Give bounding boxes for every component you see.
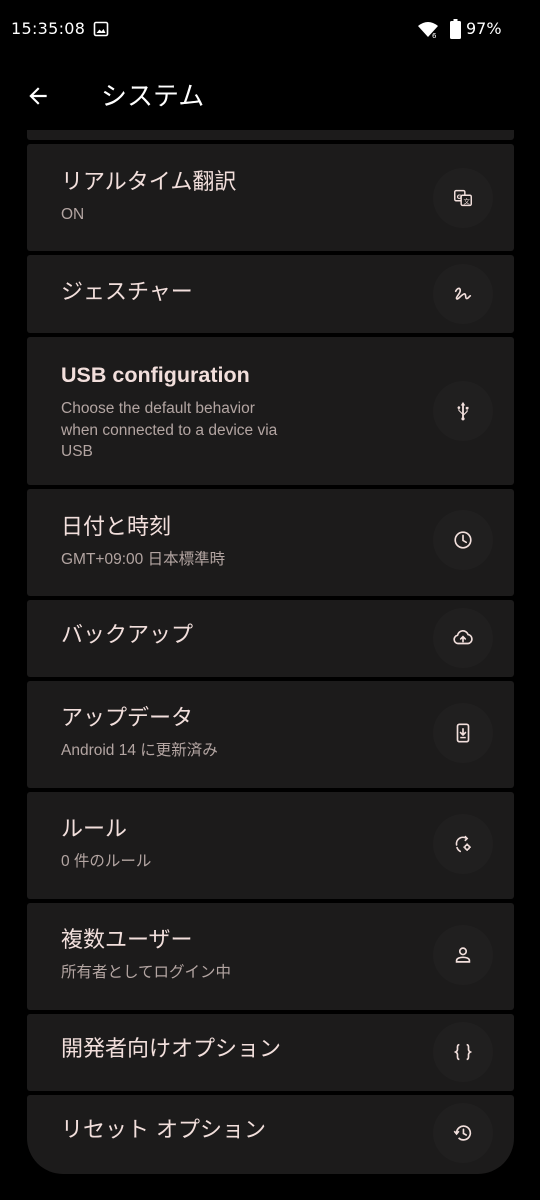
setting-item-usb-configuration[interactable]: USB configuration Choose the default beh…: [27, 337, 514, 485]
status-time: 15:35:08: [11, 19, 86, 38]
gesture-icon: [433, 264, 493, 324]
setting-item-date-time[interactable]: 日付と時刻 GMT+09:00 日本標準時: [27, 489, 514, 596]
status-bar: 15:35:08 6 97%: [0, 0, 540, 60]
history-icon: [433, 1103, 493, 1163]
battery-percent: 97%: [466, 19, 502, 38]
system-update-icon: [433, 703, 493, 763]
settings-list: リアルタイム翻訳 ON G文 ジェスチャー USB configuration …: [27, 130, 514, 1174]
setting-item-backup[interactable]: バックアップ: [27, 600, 514, 677]
setting-title: バックアップ: [61, 623, 194, 648]
setting-title: 複数ユーザー: [61, 928, 193, 953]
translate-icon: G文: [433, 168, 493, 228]
setting-title: 開発者向けオプション: [61, 1037, 282, 1062]
svg-text:文: 文: [463, 197, 470, 206]
setting-item-gestures[interactable]: ジェスチャー: [27, 255, 514, 333]
setting-item-rules[interactable]: ルール 0 件のルール: [27, 792, 514, 899]
clock-icon: [433, 510, 493, 570]
previous-card-edge: [27, 130, 514, 140]
setting-title: 日付と時刻: [61, 515, 172, 540]
setting-subtitle: 所有者としてログイン中: [61, 964, 232, 981]
arrow-back-icon: [29, 87, 47, 105]
setting-item-updater[interactable]: アップデータ Android 14 に更新済み: [27, 681, 514, 788]
setting-title: USB configuration: [61, 363, 250, 387]
back-button[interactable]: [18, 76, 58, 116]
setting-subtitle: Android 14 に更新済み: [61, 742, 218, 759]
setting-item-multiple-users[interactable]: 複数ユーザー 所有者としてログイン中: [27, 903, 514, 1010]
top-app-bar: システム: [0, 60, 540, 132]
usb-icon: [433, 381, 493, 441]
setting-item-developer-options[interactable]: 開発者向けオプション: [27, 1014, 514, 1091]
setting-title: ルール: [61, 817, 128, 842]
page-title: システム: [101, 82, 205, 112]
setting-item-reset-options[interactable]: リセット オプション: [27, 1095, 514, 1174]
setting-title: リアルタイム翻訳: [61, 170, 237, 195]
person-icon: [433, 925, 493, 985]
setting-title: アップデータ: [61, 706, 194, 731]
setting-subtitle: ON: [61, 206, 85, 223]
setting-subtitle: GMT+09:00 日本標準時: [61, 551, 226, 568]
svg-text:G: G: [457, 193, 462, 201]
setting-item-realtime-translation[interactable]: リアルタイム翻訳 ON G文: [27, 144, 514, 251]
battery-icon: [450, 19, 461, 39]
setting-title: ジェスチャー: [61, 280, 193, 305]
setting-subtitle: 0 件のルール: [61, 853, 152, 870]
wifi-icon: 6: [418, 22, 438, 39]
image-icon: [93, 21, 109, 37]
setting-subtitle: Choose the default behavior when connect…: [61, 400, 278, 460]
setting-title: リセット オプション: [61, 1118, 266, 1143]
code-braces-icon: [433, 1022, 493, 1082]
rules-icon: [433, 814, 493, 874]
svg-text:6: 6: [432, 32, 437, 39]
cloud-upload-icon: [433, 608, 493, 668]
